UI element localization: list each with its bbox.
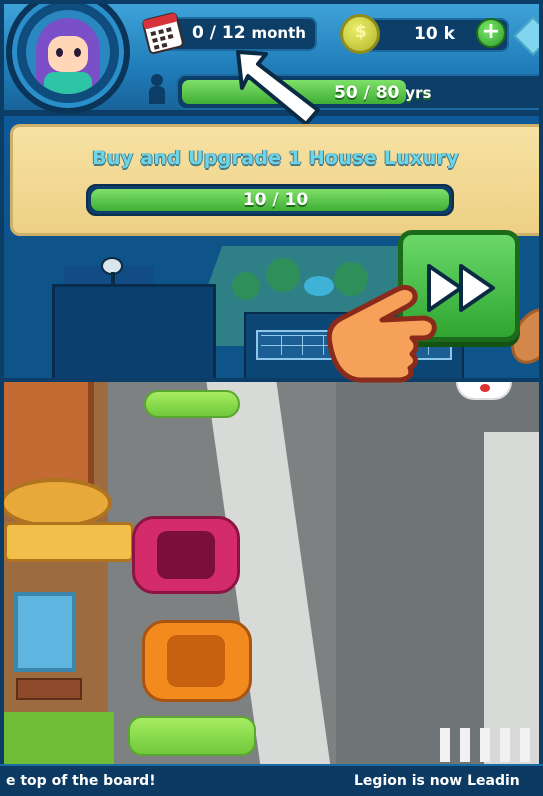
- month-progress-text: 0 / 12 month: [192, 23, 306, 43]
- tree: [266, 258, 300, 292]
- tree: [232, 272, 260, 300]
- sandwich-sign-base: [4, 522, 134, 562]
- hedge: [128, 716, 256, 756]
- news-ticker: e top of the board! Legion is now Leadin: [0, 764, 543, 796]
- satellite-dish-icon: [101, 257, 123, 284]
- month-total: 12: [221, 23, 246, 43]
- avatar-icon: [26, 10, 110, 94]
- ticker-text-right: Legion is now Leadin: [354, 773, 520, 789]
- coin-glyph: $: [355, 22, 367, 42]
- quest-title: Buy and Upgrade 1 House Luxury: [92, 147, 459, 169]
- quest-progress-text: 10 / 10: [242, 190, 309, 210]
- person-icon: [149, 74, 165, 104]
- month-current: 0 /: [192, 23, 222, 43]
- age-unit: yrs: [405, 84, 432, 102]
- restaurant-window: [14, 592, 76, 672]
- age-progress-text: 50 / 80 yrs: [334, 83, 431, 103]
- ticker-text-left: e top of the board!: [6, 773, 156, 789]
- tutorial-arrow-icon: [236, 50, 320, 126]
- pointing-hand-icon: [326, 284, 437, 383]
- bench: [16, 678, 82, 700]
- month-unit: month: [251, 24, 306, 42]
- bottom-game-view: [0, 382, 543, 796]
- restaurant-roof: [4, 382, 94, 492]
- sandwich-sign: [4, 478, 112, 528]
- building[interactable]: [52, 284, 216, 378]
- hedge: [144, 390, 240, 418]
- grass: [4, 712, 114, 768]
- orange-car: [142, 620, 252, 702]
- quest-panel: [10, 124, 539, 236]
- age-current: 50 /: [334, 83, 376, 103]
- age-total: 80: [375, 83, 400, 103]
- pink-car: [132, 516, 240, 594]
- coins-amount: 10 k: [414, 24, 455, 44]
- crosswalk: [440, 728, 539, 762]
- add-coins-button[interactable]: +: [476, 18, 506, 48]
